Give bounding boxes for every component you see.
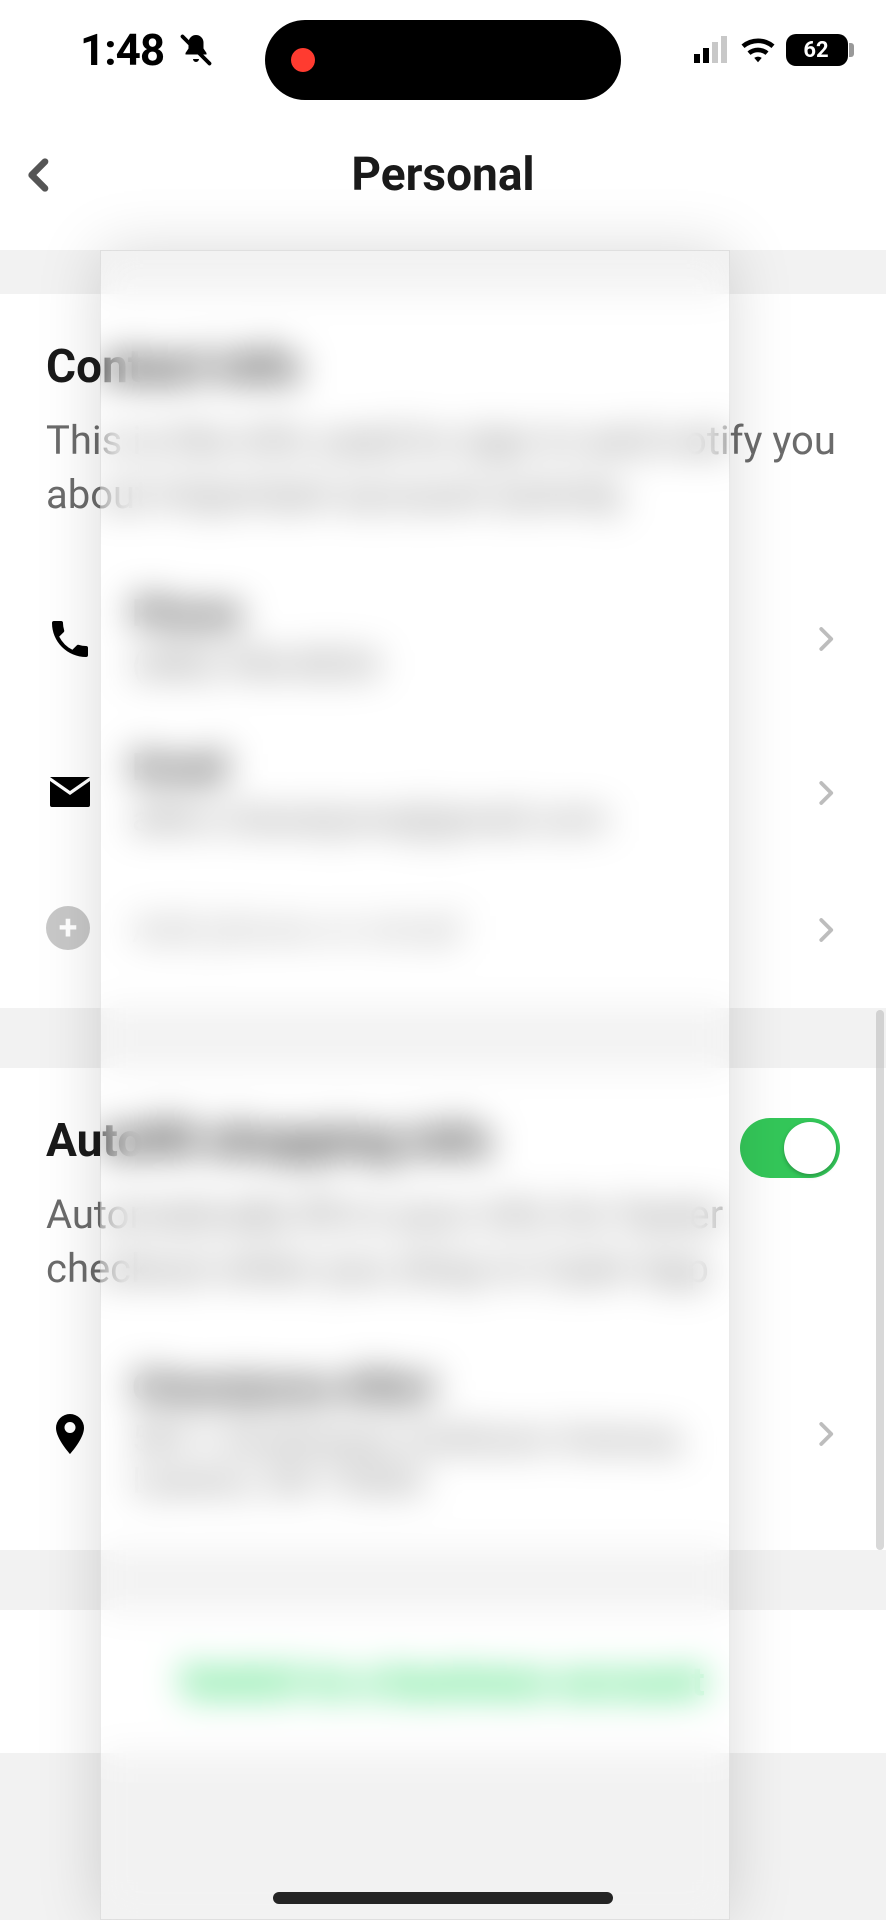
autofill-heading: Autofill shopping info: [46, 1114, 716, 1168]
contact-info-subtitle: This is the info used to sign in and not…: [46, 414, 840, 522]
switch-to-business-link[interactable]: Switch to a business account: [181, 1658, 704, 1705]
dynamic-island[interactable]: [265, 20, 621, 100]
add-contact-label: Add phone or email: [132, 908, 810, 952]
page-title: Personal: [351, 148, 534, 202]
contact-info-heading: Contact info: [46, 340, 840, 394]
recording-indicator-icon: [291, 48, 315, 72]
chevron-right-icon: [810, 915, 840, 945]
status-time: 1:48: [28, 24, 164, 76]
add-contact-row[interactable]: + Add phone or email: [46, 870, 840, 990]
battery-indicator: 62: [786, 34, 848, 66]
email-row[interactable]: Email alferi.chanaiyona@gmail.com: [46, 716, 840, 870]
email-icon: [46, 769, 94, 817]
phone-icon: [46, 615, 94, 663]
autofill-toggle[interactable]: [740, 1118, 840, 1178]
scrollbar-indicator: [876, 1010, 884, 1550]
chevron-right-icon: [810, 778, 840, 808]
switch-account-card: Switch to a business account: [0, 1610, 886, 1753]
chevron-right-icon: [810, 1419, 840, 1449]
cellular-signal-icon: [694, 36, 730, 64]
page-header: Personal: [0, 120, 886, 230]
address-line: 5811 Southwest Yorktown Avenue, Lawton, …: [132, 1418, 810, 1502]
location-pin-icon: [46, 1410, 94, 1458]
settings-scroll-area[interactable]: Contact info This is the info used to si…: [0, 250, 886, 1920]
email-value: alferi.chanaiyona@gmail.com: [132, 798, 810, 840]
autofill-subtitle: Automatically fill in your info for fast…: [46, 1188, 840, 1296]
wifi-icon: [740, 36, 776, 64]
address-row[interactable]: Chanaiyona Alferi 5811 Southwest Yorktow…: [46, 1336, 840, 1532]
back-button[interactable]: [10, 145, 70, 205]
address-name: Chanaiyona Alferi: [132, 1366, 810, 1410]
home-indicator[interactable]: [273, 1892, 613, 1904]
phone-label: Phone: [132, 592, 810, 636]
email-label: Email: [132, 746, 810, 790]
phone-row[interactable]: Phone (580) 956-8034: [46, 562, 840, 716]
phone-value: (580) 956-8034: [132, 644, 810, 686]
contact-info-card: Contact info This is the info used to si…: [0, 294, 886, 1008]
silent-mode-icon: [178, 32, 214, 68]
autofill-card: Autofill shopping info Automatically fil…: [0, 1068, 886, 1550]
plus-circle-icon: +: [46, 906, 94, 954]
chevron-left-icon: [20, 155, 60, 195]
chevron-right-icon: [810, 624, 840, 654]
